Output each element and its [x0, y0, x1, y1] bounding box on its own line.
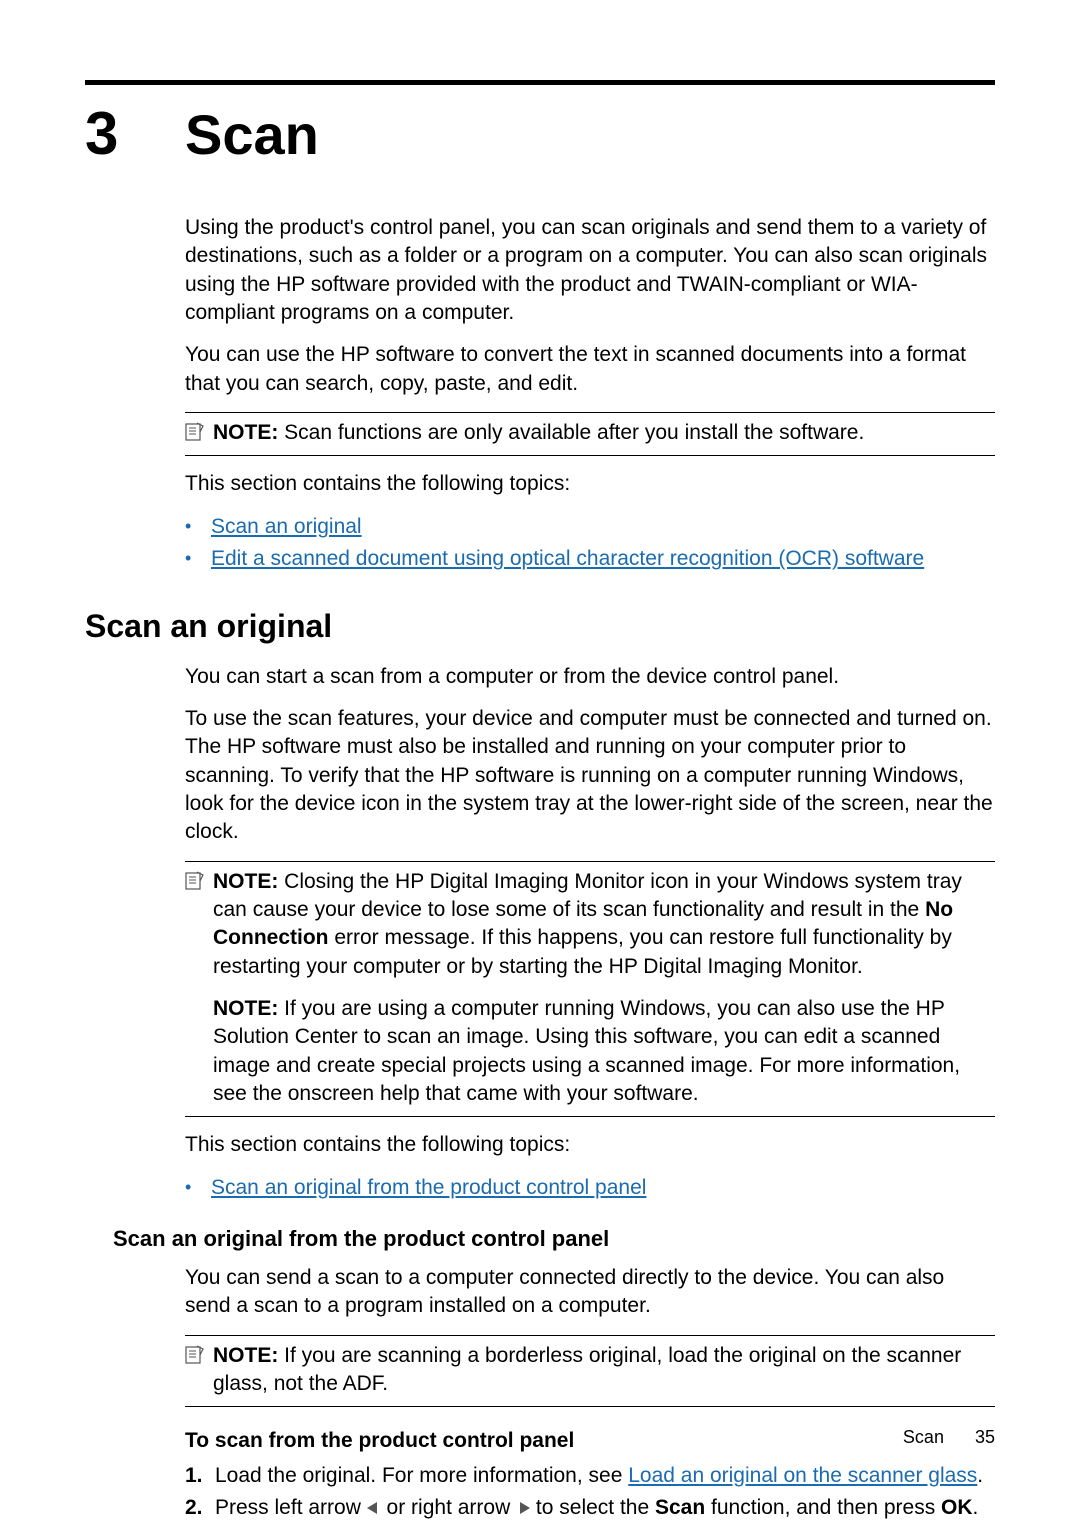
procedure-list: 1. Load the original. For more informati…: [185, 1462, 995, 1523]
note-box-1: NOTE: Scan functions are only available …: [185, 412, 995, 456]
note-box-2: NOTE: Closing the HP Digital Imaging Mon…: [185, 861, 995, 1118]
right-arrow-icon: [516, 1494, 530, 1522]
procedure-step-1: 1. Load the original. For more informati…: [185, 1462, 995, 1490]
step-number: 2.: [185, 1494, 215, 1523]
note-1-label: NOTE:: [213, 421, 278, 444]
step-1-body: Load the original. For more information,…: [215, 1462, 983, 1490]
note-2a-label: NOTE:: [213, 870, 278, 893]
step2-bold1: Scan: [655, 1496, 705, 1519]
topics-list-item: • Scan an original: [185, 513, 995, 541]
topic-link-control-panel[interactable]: Scan an original from the product contro…: [211, 1174, 646, 1202]
procedure-heading: To scan from the product control panel: [185, 1427, 995, 1455]
page-footer: Scan 35: [903, 1425, 995, 1449]
step2-after: .: [973, 1496, 979, 1519]
section1-topics-lead: This section contains the following topi…: [185, 1131, 995, 1159]
note-3-body: If you are scanning a borderless origina…: [213, 1344, 961, 1395]
left-arrow-icon: [367, 1494, 381, 1522]
topic-link-ocr[interactable]: Edit a scanned document using optical ch…: [211, 545, 924, 573]
chapter-header: 3 Scan: [85, 93, 995, 174]
section-heading-scan-original: Scan an original: [85, 605, 995, 648]
step2-bold2: OK: [941, 1496, 973, 1519]
step-number: 1.: [185, 1462, 215, 1490]
procedure-step-2: 2. Press left arrow or right arrow to se…: [185, 1494, 995, 1523]
topics-list-item: • Scan an original from the product cont…: [185, 1174, 995, 1202]
bullet-icon: •: [185, 513, 211, 539]
step2-before: Press left arrow: [215, 1496, 367, 1519]
note-2a-text: NOTE: Closing the HP Digital Imaging Mon…: [213, 868, 995, 981]
link-load-original[interactable]: Load an original on the scanner glass: [628, 1464, 977, 1487]
step1-after: .: [977, 1464, 983, 1487]
intro-paragraph-1: Using the product's control panel, you c…: [185, 214, 995, 327]
step-2-body: Press left arrow or right arrow to selec…: [215, 1494, 978, 1523]
note-box-3: NOTE: If you are scanning a borderless o…: [185, 1335, 995, 1408]
note-icon: [185, 1342, 213, 1370]
chapter-number: 3: [85, 93, 185, 174]
note-1-text: NOTE: Scan functions are only available …: [213, 419, 995, 447]
note-3-text: NOTE: If you are scanning a borderless o…: [213, 1342, 995, 1399]
note-icon-spacer: [185, 995, 213, 997]
note-2b-text: NOTE: If you are using a computer runnin…: [213, 995, 995, 1108]
step2-mid2: to select the: [530, 1496, 655, 1519]
note-2b-label: NOTE:: [213, 997, 278, 1020]
note-3-label: NOTE:: [213, 1344, 278, 1367]
bullet-icon: •: [185, 545, 211, 571]
topics-lead-in: This section contains the following topi…: [185, 470, 995, 498]
step1-before: Load the original. For more information,…: [215, 1464, 628, 1487]
footer-section-label: Scan: [903, 1427, 944, 1447]
topics-list-item: • Edit a scanned document using optical …: [185, 545, 995, 573]
bullet-icon: •: [185, 1174, 211, 1200]
note-icon: [185, 868, 213, 896]
footer-page-number: 35: [975, 1427, 995, 1447]
step2-mid1: or right arrow: [381, 1496, 516, 1519]
section1-p1: You can start a scan from a computer or …: [185, 663, 995, 691]
topics-list: • Scan an original • Edit a scanned docu…: [185, 513, 995, 574]
chapter-title: Scan: [185, 97, 319, 173]
intro-paragraph-2: You can use the HP software to convert t…: [185, 341, 995, 398]
note-2b-body: If you are using a computer running Wind…: [213, 997, 960, 1105]
note-2a-before: Closing the HP Digital Imaging Monitor i…: [213, 870, 962, 921]
subsection1-p1: You can send a scan to a computer connec…: [185, 1264, 995, 1321]
section1-p2: To use the scan features, your device an…: [185, 705, 995, 847]
topic-link-scan-original[interactable]: Scan an original: [211, 513, 362, 541]
section1-topics-list: • Scan an original from the product cont…: [185, 1174, 995, 1202]
note-1-body: Scan functions are only available after …: [278, 421, 864, 444]
subsection-heading-control-panel: Scan an original from the product contro…: [113, 1224, 995, 1254]
step2-mid3: function, and then press: [705, 1496, 941, 1519]
chapter-top-rule: [85, 80, 995, 85]
note-icon: [185, 419, 213, 447]
